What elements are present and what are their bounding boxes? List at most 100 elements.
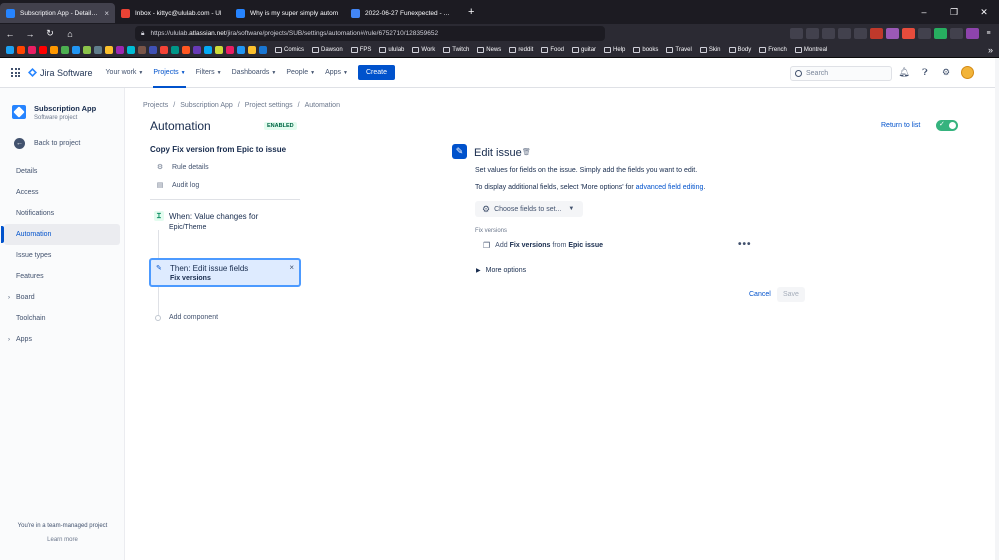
bookmark-icon[interactable]: [127, 46, 135, 54]
browser-tab[interactable]: Subscription App - Details - JIRA ×: [0, 3, 115, 23]
bookmark-folder[interactable]: reddit: [509, 47, 533, 53]
bookmark-folder[interactable]: French: [759, 47, 787, 53]
extension-icon[interactable]: [886, 28, 899, 39]
add-component-button[interactable]: Add component: [155, 314, 218, 321]
back-arrow-icon[interactable]: ←: [0, 29, 20, 39]
menu-icon[interactable]: ≡: [982, 28, 995, 39]
menu-apps[interactable]: Apps ▼: [325, 58, 348, 88]
more-actions-icon[interactable]: •••: [738, 239, 752, 250]
close-icon[interactable]: ×: [289, 263, 294, 272]
bookmark-folder[interactable]: ululab: [379, 47, 404, 53]
bookmark-icon[interactable]: [193, 46, 201, 54]
browser-tab[interactable]: Why is my super simply autom: [230, 3, 345, 23]
extension-icon[interactable]: [934, 28, 947, 39]
bookmark-folder[interactable]: Montreal: [794, 47, 827, 53]
notifications-icon[interactable]: 🔔︎: [898, 67, 910, 79]
save-button[interactable]: Save: [777, 287, 805, 302]
pocket-icon[interactable]: [790, 28, 803, 39]
advanced-field-editing-link[interactable]: advanced field editing: [636, 184, 704, 191]
bookmark-icon[interactable]: [259, 46, 267, 54]
bookmark-icon[interactable]: [28, 46, 36, 54]
browser-tab[interactable]: 2022-06-27 Funexpected - Goo: [345, 3, 460, 23]
minimize-icon[interactable]: –: [909, 7, 939, 17]
forward-arrow-icon[interactable]: →: [20, 29, 40, 39]
bookmark-folder[interactable]: Comics: [275, 47, 304, 53]
extension-icon[interactable]: [918, 28, 931, 39]
profile-icon[interactable]: [966, 28, 979, 39]
sidebar-item-details[interactable]: Details: [4, 161, 120, 182]
close-window-icon[interactable]: ✕: [969, 7, 999, 18]
home-icon[interactable]: ⌂: [60, 29, 80, 39]
app-switcher-icon[interactable]: [11, 68, 20, 77]
bookmark-icon[interactable]: [182, 46, 190, 54]
breadcrumb-item[interactable]: Subscription App: [180, 102, 233, 109]
bookmark-icon[interactable]: [204, 46, 212, 54]
menu-projects[interactable]: Projects ▼: [153, 58, 186, 88]
trash-icon[interactable]: 🗑︎: [522, 148, 531, 156]
sidebar-item-features[interactable]: Features: [4, 266, 120, 287]
bookmark-icon[interactable]: [105, 46, 113, 54]
bookmark-folder[interactable]: Travel: [666, 47, 692, 53]
rule-details-link[interactable]: ⚙ Rule details: [156, 163, 209, 172]
help-icon[interactable]: ❓︎: [919, 67, 931, 79]
bookmark-icon[interactable]: [237, 46, 245, 54]
library-icon[interactable]: [822, 28, 835, 39]
sidebar-item-access[interactable]: Access: [4, 182, 120, 203]
bookmark-folder[interactable]: Work: [412, 47, 435, 53]
settings-gear-icon[interactable]: ⚙: [940, 67, 952, 79]
rule-enabled-toggle[interactable]: ✓: [936, 120, 958, 131]
menu-filters[interactable]: Filters ▼: [196, 58, 222, 88]
learn-more-link[interactable]: Learn more: [0, 537, 125, 543]
sidebar-item-toolchain[interactable]: Toolchain: [4, 308, 120, 329]
sidebar-icon[interactable]: [838, 28, 851, 39]
bookmark-icon[interactable]: [94, 46, 102, 54]
bookmark-icon[interactable]: [17, 46, 25, 54]
action-component-selected[interactable]: ✎ Then: Edit issue fields Fix versions ×: [149, 258, 301, 287]
page-scrollbar[interactable]: [995, 58, 999, 560]
new-tab-button[interactable]: +: [468, 6, 474, 18]
bookmark-folder[interactable]: Dawson: [312, 47, 343, 53]
close-icon[interactable]: ×: [104, 9, 109, 18]
twitter-icon[interactable]: [6, 46, 14, 54]
bookmark-folder[interactable]: Help: [604, 47, 625, 53]
cancel-button[interactable]: Cancel: [745, 288, 775, 301]
audit-log-link[interactable]: ▤ Audit log: [156, 181, 200, 190]
bookmark-icon[interactable]: [83, 46, 91, 54]
jira-logo[interactable]: Jira Software: [28, 68, 93, 78]
bookmarks-overflow-button[interactable]: »: [988, 45, 993, 55]
bookmark-icon[interactable]: [160, 46, 168, 54]
bookmark-folder[interactable]: Body: [728, 47, 751, 53]
bookmark-folder[interactable]: News: [477, 47, 501, 53]
bookmark-icon[interactable]: [171, 46, 179, 54]
extension-icon[interactable]: [902, 28, 915, 39]
bookmark-icon[interactable]: [72, 46, 80, 54]
bookmark-icon[interactable]: [61, 46, 69, 54]
download-icon[interactable]: [806, 28, 819, 39]
extension-icon[interactable]: [854, 28, 867, 39]
bookmark-folder[interactable]: guitar: [572, 47, 596, 53]
reload-icon[interactable]: ↻: [40, 28, 60, 39]
choose-fields-dropdown[interactable]: ⚙ Choose fields to set... ▼: [475, 201, 583, 217]
bookmark-icon[interactable]: [149, 46, 157, 54]
sidebar-item-automation[interactable]: Automation: [1, 224, 120, 245]
menu-people[interactable]: People ▼: [286, 58, 315, 88]
bookmark-folder[interactable]: Twitch: [443, 47, 469, 53]
youtube-icon[interactable]: [39, 46, 47, 54]
menu-dashboards[interactable]: Dashboards ▼: [232, 58, 277, 88]
bookmark-folder[interactable]: books: [633, 47, 658, 53]
create-button[interactable]: Create: [358, 65, 396, 80]
avatar[interactable]: [961, 66, 974, 79]
field-value-row[interactable]: ❐ Add Fix versions from Epic issue: [483, 241, 603, 250]
back-to-project-link[interactable]: ← Back to project: [14, 138, 80, 149]
breadcrumb-item[interactable]: Automation: [305, 102, 340, 109]
breadcrumb-item[interactable]: Projects: [143, 102, 168, 109]
bookmark-folder[interactable]: Food: [541, 47, 564, 53]
sidebar-item-apps[interactable]: › Apps: [4, 329, 120, 350]
browser-tab[interactable]: Inbox - kittyc@ululab.com - Ul: [115, 3, 230, 23]
extension-icon[interactable]: [950, 28, 963, 39]
more-options-toggle[interactable]: ▶ More options: [476, 267, 526, 274]
bookmark-icon[interactable]: [116, 46, 124, 54]
bookmark-icon[interactable]: [50, 46, 58, 54]
breadcrumb-item[interactable]: Project settings: [245, 102, 293, 109]
return-to-list-link[interactable]: Return to list: [881, 122, 920, 129]
